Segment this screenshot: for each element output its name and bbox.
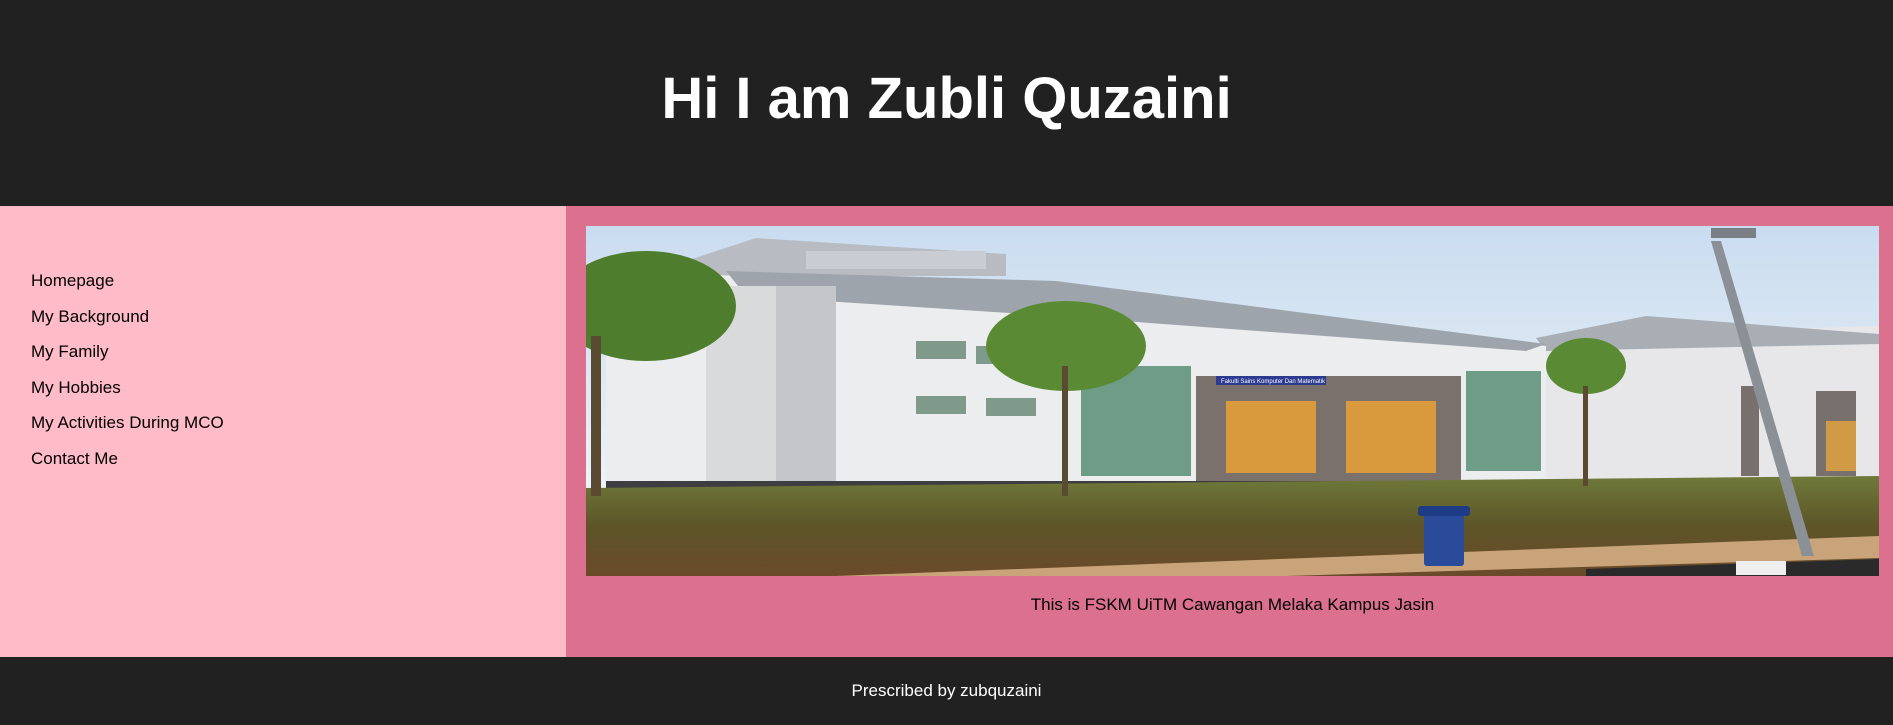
photo-caption: This is FSKM UiTM Cawangan Melaka Kampus… xyxy=(1030,595,1435,614)
nav-link-contact[interactable]: Contact Me xyxy=(31,449,118,469)
nav-link-homepage[interactable]: Homepage xyxy=(31,271,114,291)
sidebar: Homepage My Background My Family My Hobb… xyxy=(0,206,566,657)
nav-item-hobbies: My Hobbies xyxy=(31,378,224,414)
page-header: Hi I am Zubli Quzaini xyxy=(0,0,1893,206)
nav-item-contact: Contact Me xyxy=(31,449,224,485)
nav-item-homepage: Homepage xyxy=(31,271,224,307)
nav-link-activities-mco[interactable]: My Activities During MCO xyxy=(31,413,224,433)
campus-building-image: Fakulti Sains Komputer Dan Matematik xyxy=(586,226,1879,576)
page-title: Hi I am Zubli Quzaini xyxy=(661,66,1232,131)
sidebar-nav: Homepage My Background My Family My Hobb… xyxy=(31,271,224,485)
nav-item-family: My Family xyxy=(31,342,224,378)
image-sign-text: Fakulti Sains Komputer Dan Matematik xyxy=(1221,379,1326,385)
footer-text: Prescribed by zubquzaini xyxy=(851,681,1042,700)
campus-photo: Fakulti Sains Komputer Dan Matematik xyxy=(586,226,1879,576)
page-footer: Prescribed by zubquzaini xyxy=(0,657,1893,725)
nav-link-background[interactable]: My Background xyxy=(31,307,149,327)
nav-item-activities-mco: My Activities During MCO xyxy=(31,413,224,449)
nav-item-background: My Background xyxy=(31,307,224,343)
nav-link-family[interactable]: My Family xyxy=(31,342,108,362)
nav-link-hobbies[interactable]: My Hobbies xyxy=(31,378,121,398)
main-content: Fakulti Sains Komputer Dan Matematik Thi… xyxy=(566,206,1893,657)
